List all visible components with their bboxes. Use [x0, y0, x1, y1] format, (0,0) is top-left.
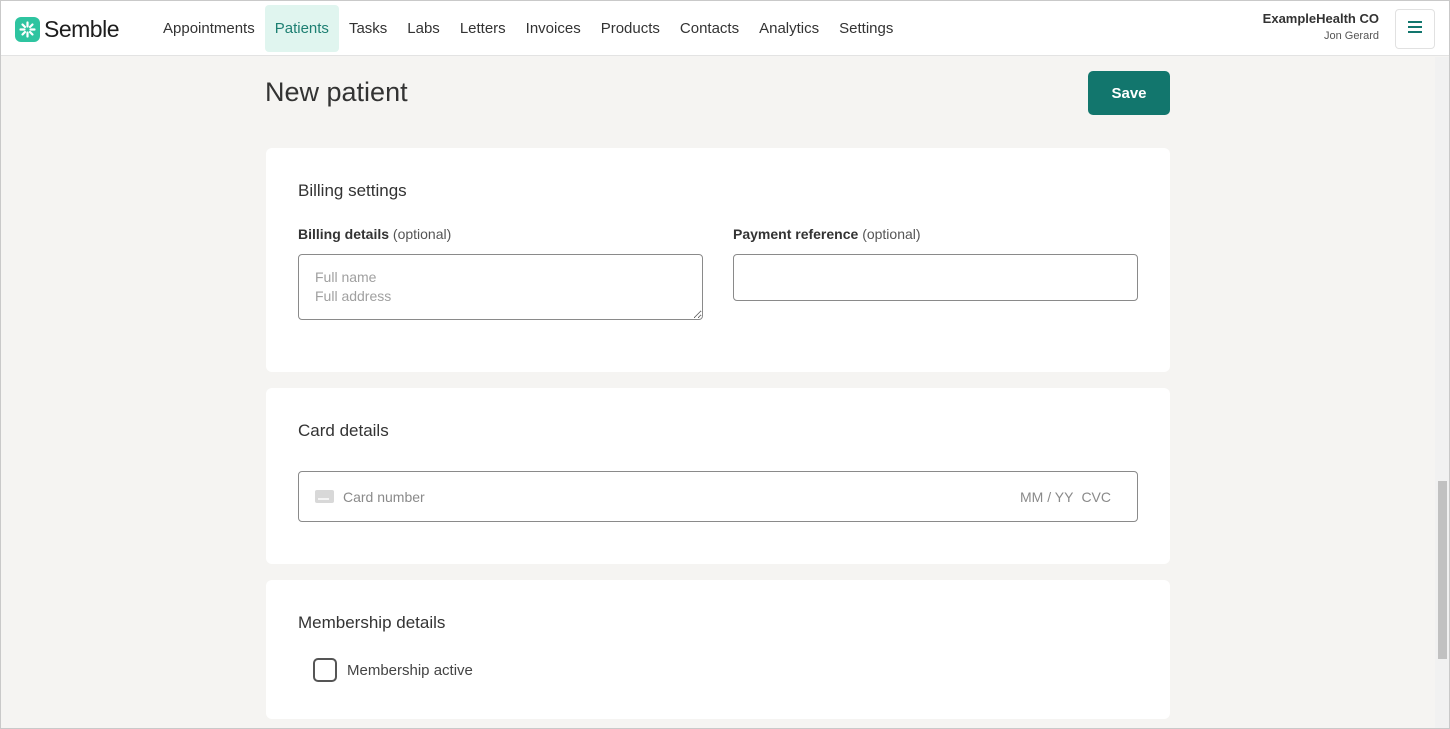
nav-item-products[interactable]: Products	[591, 5, 670, 52]
save-button[interactable]: Save	[1088, 71, 1170, 115]
account-info[interactable]: ExampleHealth CO Jon Gerard	[1263, 11, 1379, 45]
billing-details-textarea[interactable]	[298, 254, 703, 320]
membership-active-label[interactable]: Membership active	[347, 662, 473, 679]
nav-item-settings[interactable]: Settings	[829, 5, 903, 52]
billing-details-label: Billing details (optional)	[298, 226, 451, 242]
card-payment-input[interactable]: Card number MM / YY CVC	[298, 471, 1138, 522]
nav-item-appointments[interactable]: Appointments	[153, 5, 265, 52]
payment-reference-optional: (optional)	[862, 226, 921, 242]
card-number-placeholder[interactable]: Card number	[343, 489, 425, 505]
payment-reference-input[interactable]	[733, 254, 1138, 301]
scrollbar-thumb[interactable]	[1438, 481, 1447, 659]
card-cvc-placeholder[interactable]: CVC	[1081, 489, 1111, 505]
payment-reference-label: Payment reference (optional)	[733, 226, 921, 242]
user-name: Jon Gerard	[1323, 30, 1379, 42]
hamburger-menu-icon	[1408, 20, 1422, 38]
nav-item-letters[interactable]: Letters	[450, 5, 516, 52]
page-scrollbar[interactable]	[1435, 57, 1449, 728]
membership-details-title: Membership details	[298, 613, 446, 632]
main-nav: Appointments Patients Tasks Labs Letters…	[153, 5, 903, 52]
nav-item-labs[interactable]: Labs	[397, 5, 450, 52]
billing-settings-title: Billing settings	[298, 181, 407, 200]
nav-item-invoices[interactable]: Invoices	[516, 5, 591, 52]
nav-item-analytics[interactable]: Analytics	[749, 5, 829, 52]
organization-name: ExampleHealth CO	[1262, 11, 1379, 26]
semble-logo[interactable]: Semble	[15, 16, 119, 42]
card-details-title: Card details	[298, 421, 389, 440]
nav-item-patients[interactable]: Patients	[264, 5, 339, 52]
menu-button[interactable]	[1395, 9, 1435, 49]
brand-name: Semble	[44, 15, 119, 42]
billing-details-label-text: Billing details	[298, 226, 390, 242]
payment-reference-label-text: Payment reference	[733, 226, 859, 242]
billing-settings-card: Billing settings Billing details (option…	[266, 148, 1170, 372]
card-expiry-placeholder[interactable]: MM / YY	[1020, 489, 1073, 505]
semble-asterisk-icon	[15, 16, 40, 42]
billing-details-optional: (optional)	[392, 226, 452, 242]
nav-item-tasks[interactable]: Tasks	[339, 5, 397, 52]
top-navigation-bar: Semble Appointments Patients Tasks Labs …	[1, 1, 1449, 56]
membership-active-option[interactable]: Membership active	[313, 658, 473, 682]
membership-details-card: Membership details Membership active	[266, 580, 1170, 719]
credit-card-icon	[315, 490, 334, 503]
page-title: New patient	[265, 77, 408, 107]
membership-active-checkbox[interactable]	[313, 658, 337, 682]
nav-item-contacts[interactable]: Contacts	[670, 5, 749, 52]
card-details-card: Card details Card number MM / YY CVC	[266, 388, 1170, 564]
